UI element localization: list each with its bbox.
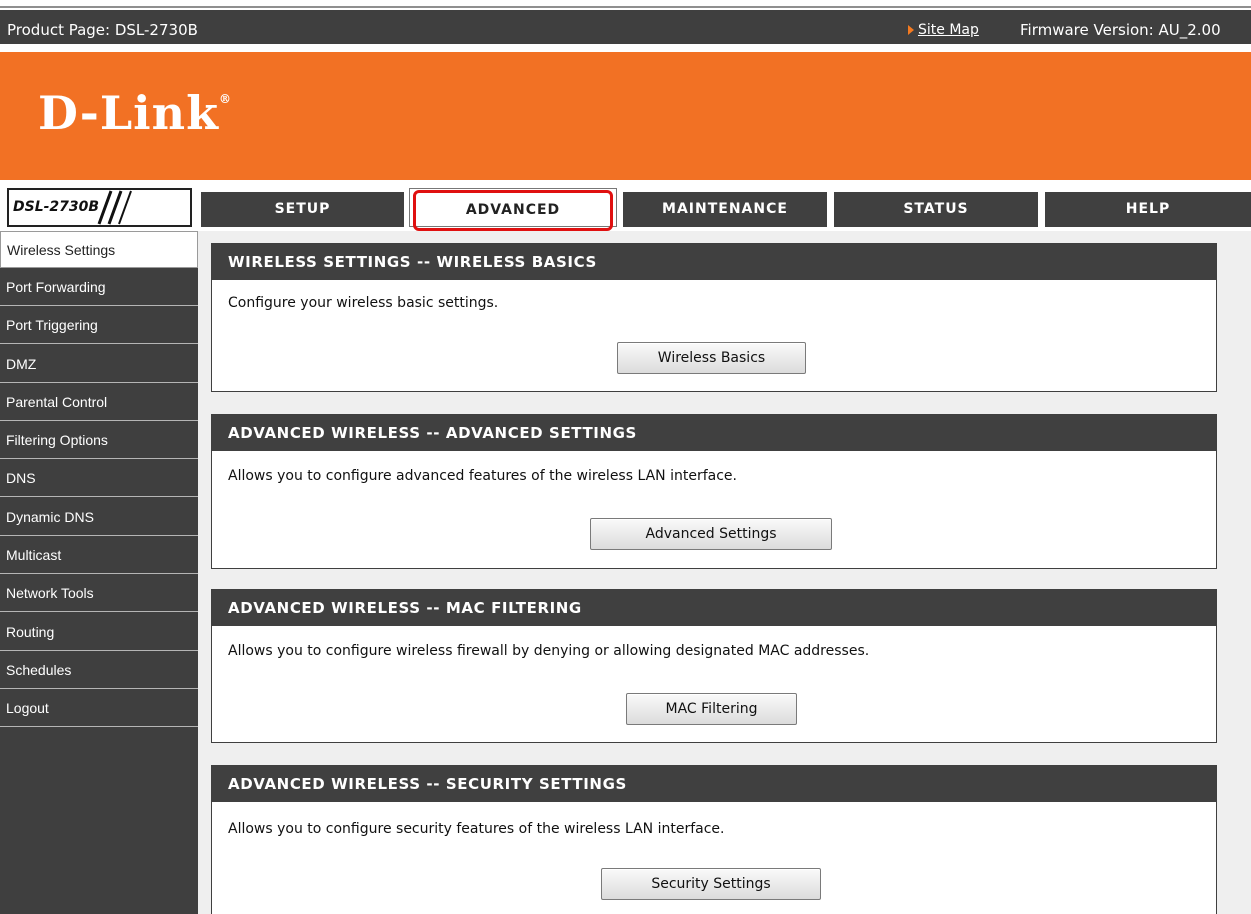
main-content: WIRELESS SETTINGS -- WIRELESS BASICS Con… — [198, 231, 1251, 914]
section-mac-filtering: ADVANCED WIRELESS -- MAC FILTERING Allow… — [211, 589, 1217, 743]
main-tabs: SETUP ADVANCED MAINTENANCE STATUS HELP — [197, 188, 1251, 227]
sidebar-item-dns[interactable]: DNS — [0, 460, 198, 497]
section-description: Allows you to configure advanced feature… — [228, 468, 737, 484]
tab-help[interactable]: HELP — [1045, 192, 1251, 227]
tab-advanced[interactable]: ADVANCED — [409, 188, 617, 227]
sidebar-item-schedules[interactable]: Schedules — [0, 652, 198, 689]
logo-text: D-Link — [38, 86, 219, 140]
mac-filtering-button[interactable]: MAC Filtering — [626, 693, 797, 725]
firmware-version: Firmware Version: AU_2.00 — [1020, 21, 1221, 39]
security-settings-button[interactable]: Security Settings — [601, 868, 821, 900]
section-title: WIRELESS SETTINGS -- WIRELESS BASICS — [212, 244, 1216, 280]
slashes-icon — [97, 190, 132, 225]
sidebar-item-routing[interactable]: Routing — [0, 614, 198, 651]
model-badge: DSL-2730B — [7, 188, 192, 227]
product-page-label: Product Page: DSL-2730B — [7, 21, 198, 39]
sidebar-item-network-tools[interactable]: Network Tools — [0, 575, 198, 612]
dlink-logo: D-Link® — [38, 86, 232, 140]
section-security-settings: ADVANCED WIRELESS -- SECURITY SETTINGS A… — [211, 765, 1217, 914]
sidebar: Wireless Settings Port Forwarding Port T… — [0, 231, 198, 914]
section-wireless-basics: WIRELESS SETTINGS -- WIRELESS BASICS Con… — [211, 243, 1217, 392]
top-bar: Product Page: DSL-2730B Site Map Firmwar… — [0, 0, 1251, 44]
top-divider — [0, 6, 1251, 8]
section-title: ADVANCED WIRELESS -- ADVANCED SETTINGS — [212, 415, 1216, 451]
wireless-basics-button[interactable]: Wireless Basics — [617, 342, 806, 374]
sidebar-item-dynamic-dns[interactable]: Dynamic DNS — [0, 499, 198, 536]
sidebar-item-port-triggering[interactable]: Port Triggering — [0, 307, 198, 344]
header-banner: D-Link® — [0, 52, 1251, 180]
sidebar-item-wireless-settings[interactable]: Wireless Settings — [0, 231, 198, 268]
section-description: Allows you to configure wireless firewal… — [228, 643, 870, 659]
sidebar-item-port-forwarding[interactable]: Port Forwarding — [0, 269, 198, 306]
section-description: Allows you to configure security feature… — [228, 821, 725, 837]
advanced-settings-button[interactable]: Advanced Settings — [590, 518, 832, 550]
sidebar-item-filtering-options[interactable]: Filtering Options — [0, 422, 198, 459]
site-map-link[interactable]: Site Map — [918, 22, 979, 38]
tab-maintenance[interactable]: MAINTENANCE — [623, 192, 827, 227]
top-info-bar: Product Page: DSL-2730B Site Map Firmwar… — [0, 10, 1251, 44]
section-description: Configure your wireless basic settings. — [228, 295, 499, 311]
section-title: ADVANCED WIRELESS -- MAC FILTERING — [212, 590, 1216, 626]
sidebar-item-parental-control[interactable]: Parental Control — [0, 384, 198, 421]
sidebar-item-dmz[interactable]: DMZ — [0, 346, 198, 383]
sidebar-item-logout[interactable]: Logout — [0, 690, 198, 727]
section-advanced-settings: ADVANCED WIRELESS -- ADVANCED SETTINGS A… — [211, 414, 1217, 569]
tab-status[interactable]: STATUS — [834, 192, 1038, 227]
section-title: ADVANCED WIRELESS -- SECURITY SETTINGS — [212, 766, 1216, 802]
arrow-right-icon — [908, 25, 914, 35]
sidebar-item-multicast[interactable]: Multicast — [0, 537, 198, 574]
sitemap-container: Site Map — [908, 22, 979, 38]
registered-mark: ® — [218, 92, 232, 106]
tab-setup[interactable]: SETUP — [201, 192, 404, 227]
